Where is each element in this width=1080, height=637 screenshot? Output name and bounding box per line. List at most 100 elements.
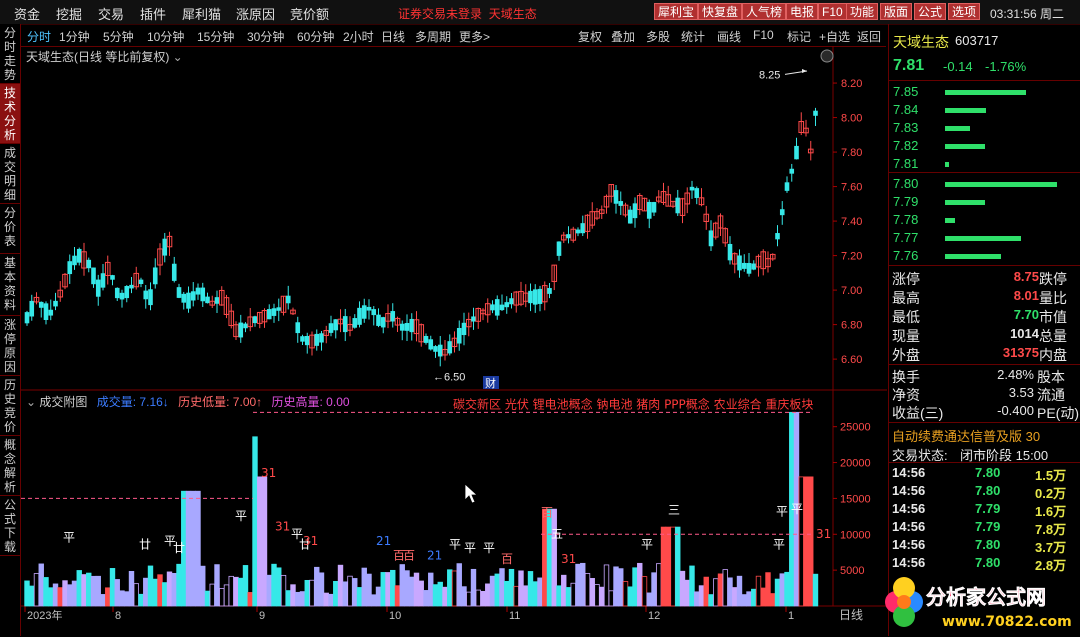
period-15min[interactable]: 15分钟: [197, 28, 234, 45]
volume-bar: [689, 565, 695, 607]
layout-button[interactable]: 版面: [880, 3, 913, 20]
period-more[interactable]: 更多>: [459, 28, 490, 45]
tab-technical[interactable]: 技术分析: [0, 84, 20, 144]
tab-basic-info[interactable]: 基本资料: [0, 254, 20, 316]
ask-volume-bar: [945, 126, 970, 131]
period-label: 日线: [839, 608, 863, 622]
tool-adjust[interactable]: 复权: [578, 28, 602, 45]
volume-bar: [508, 568, 515, 607]
volume-mark: 31: [816, 527, 831, 541]
period-5min[interactable]: 5分钟: [103, 28, 134, 45]
period-intraday[interactable]: 分时: [27, 28, 51, 45]
stock-code: 603717: [955, 33, 999, 48]
menu-item-funds[interactable]: 资金: [14, 4, 40, 23]
stat-label: 总量: [1039, 328, 1067, 344]
tool-back[interactable]: 返回: [857, 28, 881, 45]
kline-chart[interactable]: 8.20 8.00 7.80 7.60 7.40 7.20 7.00 6.80 6.60 2500…: [21, 46, 887, 636]
tab-price-table[interactable]: 分价表: [0, 204, 20, 254]
volume-bar: [223, 584, 230, 607]
volume-bar: [147, 565, 154, 607]
menu-item-mining[interactable]: 挖掘: [56, 4, 82, 23]
concept-tags: 碳交新区 光伏 锂电池概念 钠电池 猪肉 PPP概念 农业综合 重庆板块: [453, 396, 813, 411]
tab-intraday[interactable]: 分时走势: [0, 24, 20, 84]
volume-bar: [219, 588, 225, 607]
volume-mark: 廿: [139, 538, 151, 552]
tab-trade-detail[interactable]: 成交明细: [0, 144, 20, 204]
tab-formula-download[interactable]: 公式下载: [0, 496, 20, 556]
period-60min[interactable]: 60分钟: [297, 28, 334, 45]
menu-item-auction[interactable]: 竞价额: [290, 4, 329, 23]
low-marker: ←6.50: [433, 371, 465, 383]
bid-price: 7.80: [893, 176, 919, 191]
volume-bar: [466, 591, 472, 607]
volume-bar: [504, 580, 510, 607]
chevron-down-icon[interactable]: ⌄: [26, 395, 36, 409]
tool-stats[interactable]: 统计: [681, 28, 705, 45]
candle-down: [148, 289, 153, 306]
candle-down: [618, 201, 624, 206]
candle-down: [532, 289, 538, 305]
period-30min[interactable]: 30分钟: [247, 28, 284, 45]
tab-concept[interactable]: 概念解析: [0, 436, 20, 496]
candle-down: [366, 306, 372, 311]
candle-down: [727, 243, 733, 261]
menu-item-limit-reason[interactable]: 涨原因: [236, 4, 275, 23]
ticker-banner[interactable]: 自动续费通达信普及版 30: [892, 426, 1080, 445]
telegraph-button[interactable]: 电报: [786, 3, 819, 20]
quick-review-button[interactable]: 快复盘: [698, 3, 743, 20]
volume-bar: [770, 593, 776, 607]
menu-item-plugins[interactable]: 插件: [140, 4, 166, 23]
volume-bar: [485, 583, 491, 607]
volume-bar: [314, 566, 320, 607]
period-multi[interactable]: 多周期: [415, 28, 451, 45]
volume-bar: [803, 476, 809, 607]
volume-bar: [133, 583, 139, 607]
candle-down: [490, 304, 495, 311]
volume-mark: 五: [551, 527, 563, 541]
tool-f10[interactable]: F10: [753, 28, 774, 42]
tab-limit-reason-label: 涨停原因: [3, 318, 16, 374]
tool-mark[interactable]: 标记: [787, 28, 811, 45]
tab-history-auction[interactable]: 历史竞价: [0, 376, 20, 436]
volume-mark: 百: [541, 505, 553, 519]
tool-overlay[interactable]: 叠加: [611, 28, 635, 45]
volume-bar: [428, 572, 434, 607]
stat-label: 内盘: [1039, 347, 1067, 363]
volume-bar: [176, 563, 182, 607]
stat-value: -0.400: [997, 403, 1034, 418]
period-1min[interactable]: 1分钟: [59, 28, 90, 45]
stat-label: 最高: [892, 290, 920, 306]
tab-limit-reason[interactable]: 涨停原因: [0, 316, 20, 376]
volume-bar: [33, 573, 40, 607]
candle-down: [53, 300, 58, 307]
function-button[interactable]: 功能: [846, 3, 879, 20]
candle-down: [43, 303, 49, 320]
volume-bar: [537, 577, 543, 607]
tool-draw[interactable]: 画线: [717, 28, 741, 45]
tab-concept-label: 概念解析: [3, 438, 16, 494]
volume-bar: [708, 594, 714, 607]
volume-bar: [727, 577, 733, 607]
xilibao-button[interactable]: 犀利宝: [654, 3, 699, 20]
period-2h[interactable]: 2小时: [343, 28, 374, 45]
chevron-down-icon[interactable]: ⌄: [173, 50, 183, 64]
tick-price: 7.79: [975, 501, 1001, 516]
period-10min[interactable]: 10分钟: [147, 28, 184, 45]
tool-multi-stock[interactable]: 多股: [646, 28, 670, 45]
tool-add-watch[interactable]: +自选: [819, 28, 850, 45]
candle-down: [266, 309, 272, 320]
volume-mark: 百: [501, 552, 513, 566]
menu-item-xilimao[interactable]: 犀利猫: [182, 4, 221, 23]
menu-item-trade[interactable]: 交易: [98, 4, 124, 23]
volume-bar: [751, 588, 757, 607]
volume-bar: [366, 573, 372, 607]
volume-bar: [86, 572, 92, 607]
f10-button[interactable]: F10: [818, 3, 847, 20]
formula-button[interactable]: 公式: [914, 3, 947, 20]
login-notice[interactable]: 证券交易未登录 天域生态: [398, 5, 537, 22]
options-button[interactable]: 选项: [948, 3, 981, 20]
popularity-button[interactable]: 人气榜: [742, 3, 787, 20]
volume-bar: [437, 581, 443, 607]
period-daily[interactable]: 日线: [381, 28, 405, 45]
volume-bar: [432, 584, 439, 607]
